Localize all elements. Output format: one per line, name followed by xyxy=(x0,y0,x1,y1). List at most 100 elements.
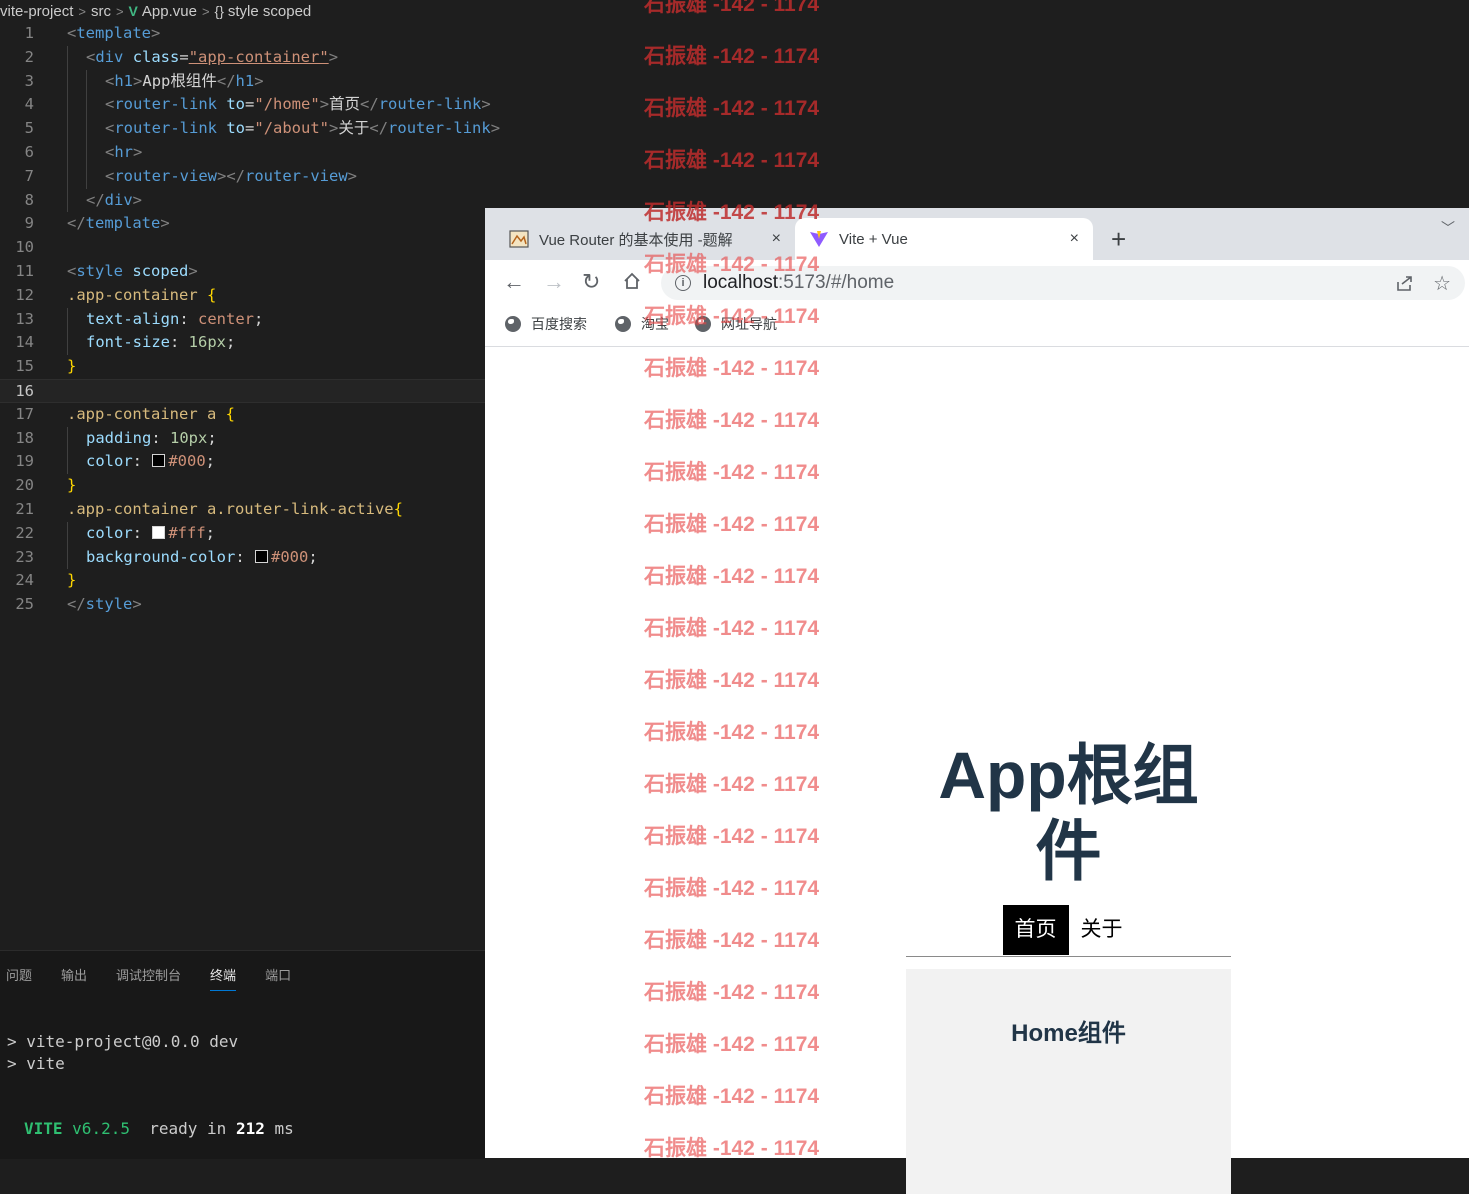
page-viewport: App根组件 首页 关于 Home组件 xyxy=(485,347,1469,1194)
css-value: #000 xyxy=(270,547,309,566)
chevron-down-icon[interactable]: ﹀ xyxy=(1441,218,1455,238)
globe-icon xyxy=(615,316,631,332)
css-selector: .app-container xyxy=(67,285,198,304)
css-property: color xyxy=(86,452,133,471)
back-icon[interactable]: ← xyxy=(503,270,525,294)
to-attr: to xyxy=(226,95,246,114)
line-number: 11 xyxy=(15,261,34,280)
info-icon[interactable]: i xyxy=(675,275,691,291)
template-tag: template xyxy=(85,214,161,233)
bookmark-baidu[interactable]: 百度搜索 xyxy=(505,314,587,334)
router-view-tag: router-view xyxy=(114,166,217,185)
browser-tab-active[interactable]: Vite + Vue × xyxy=(795,218,1093,260)
h1-tag: h1 xyxy=(114,71,134,90)
tab-output[interactable]: 输出 xyxy=(61,965,87,991)
star-icon[interactable]: ☆ xyxy=(1433,271,1451,296)
terminal[interactable]: > vite-project@0.0.0 dev > vite xyxy=(7,1031,238,1075)
line-number: 17 xyxy=(15,404,34,423)
close-icon[interactable]: × xyxy=(1070,230,1079,248)
breadcrumb: vite-project > src > V App.vue > {} styl… xyxy=(0,0,485,22)
url-text[interactable]: localhost:5173/#/home xyxy=(703,272,894,294)
class-value: "app-container" xyxy=(188,47,329,66)
close-icon[interactable]: × xyxy=(772,230,781,248)
router-link-tag: router-link xyxy=(114,119,217,138)
router-view-tag: router-view xyxy=(245,166,348,185)
browser-tab[interactable]: Vue Router 的基本使用 -题解 × xyxy=(495,218,795,260)
breadcrumb-item-project[interactable]: vite-project xyxy=(0,3,73,20)
css-selector: .app-container a xyxy=(67,404,217,423)
vue-file-icon: V xyxy=(128,3,138,19)
line-number: 23 xyxy=(15,547,34,566)
line-number: 4 xyxy=(24,95,34,114)
color-swatch-icon[interactable] xyxy=(152,525,166,539)
tab-title: Vite + Vue xyxy=(839,230,908,248)
breadcrumb-item-symbol[interactable]: style scoped xyxy=(228,3,311,20)
line-number: 9 xyxy=(24,214,34,233)
share-icon[interactable] xyxy=(1395,273,1415,293)
hr-tag: hr xyxy=(114,142,134,161)
tab-terminal[interactable]: 终端 xyxy=(210,965,237,991)
div-tag: div xyxy=(104,190,133,209)
browser-window: Vue Router 的基本使用 -题解 × Vite + Vue × + ﹀ … xyxy=(485,208,1469,1194)
forward-icon[interactable]: → xyxy=(543,270,565,294)
braces-icon: {} xyxy=(214,3,224,19)
home-icon[interactable] xyxy=(623,272,641,290)
reload-icon[interactable]: ↻ xyxy=(582,270,600,294)
tab-title: Vue Router 的基本使用 -题解 xyxy=(539,231,733,249)
line-number: 14 xyxy=(15,333,34,352)
breadcrumb-item-file[interactable]: App.vue xyxy=(142,3,197,20)
line-number: 19 xyxy=(15,452,34,471)
router-link-tag: router-link xyxy=(114,95,217,114)
code-line: 7 <router-view></router-view> xyxy=(0,164,485,189)
css-value: center xyxy=(198,309,254,328)
vite-version: v6.2.5 xyxy=(72,1119,130,1138)
line-number: 24 xyxy=(15,571,34,590)
router-view: Home组件 xyxy=(906,969,1231,1194)
tab-problems[interactable]: 问题 xyxy=(6,965,32,991)
watermark-text: 石振雄 -142 - 1174 xyxy=(644,0,820,16)
css-property: padding xyxy=(86,428,152,447)
css-value: #000 xyxy=(168,452,206,471)
code-line: 17 .app-container a { xyxy=(0,403,485,427)
code-editor[interactable]: vite-project > src > V App.vue > {} styl… xyxy=(0,0,500,950)
chevron-right-icon: > xyxy=(78,3,86,19)
ready-ms: 212 xyxy=(235,1119,265,1138)
tab-ports[interactable]: 端口 xyxy=(265,965,291,991)
tab-debug-console[interactable]: 调试控制台 xyxy=(116,965,181,991)
code-line: 15} xyxy=(0,355,485,379)
code-line: 9 </template> xyxy=(0,212,485,236)
div-tag: div xyxy=(95,47,124,66)
site-favicon-icon xyxy=(509,230,529,248)
router-link-tag: router-link xyxy=(388,119,491,138)
code-line-current: 16 xyxy=(0,378,485,403)
router-link-about[interactable]: 关于 xyxy=(1069,905,1135,955)
code-line: 22 color: #fff; xyxy=(0,521,485,546)
code-area[interactable]: 1 <template> 2 <div class="app-container">… xyxy=(0,22,500,617)
router-link-home[interactable]: 首页 xyxy=(1002,905,1069,955)
address-bar[interactable]: i localhost:5173/#/home ☆ xyxy=(661,266,1465,300)
color-swatch-icon[interactable] xyxy=(152,454,166,468)
bookmark-taobao[interactable]: 淘宝 xyxy=(615,314,669,334)
css-selector: .app-container a.router-link-active xyxy=(67,499,394,518)
code-line: 20} xyxy=(0,474,485,498)
code-line: 11 <style scoped> xyxy=(0,260,485,284)
line-number: 18 xyxy=(15,428,34,447)
router-nav: 首页 关于 xyxy=(906,905,1231,955)
breadcrumb-item-src[interactable]: src xyxy=(91,3,111,20)
new-tab-button[interactable]: + xyxy=(1111,224,1126,254)
css-value: #fff xyxy=(168,523,206,542)
bookmarks-bar: 百度搜索 淘宝 网址导航 xyxy=(485,306,1469,347)
link-text: 首页 xyxy=(329,95,361,114)
bookmark-navigation[interactable]: 网址导航 xyxy=(695,314,777,334)
to-attr: to xyxy=(226,119,246,138)
watermark-text: 石振雄 -142 - 1174 xyxy=(644,45,820,68)
color-swatch-icon[interactable] xyxy=(254,549,268,563)
to-value: "/about" xyxy=(254,119,330,138)
line-number: 8 xyxy=(24,190,34,209)
css-property: text-align xyxy=(86,309,180,328)
browser-toolbar: ← → ↻ i localhost:5173/#/home ☆ xyxy=(485,260,1469,306)
watermark-text: 石振雄 -142 - 1174 xyxy=(644,149,820,172)
code-line: 13 text-align: center; xyxy=(0,307,485,332)
code-line: 14 font-size: 16px; xyxy=(0,331,485,356)
ready-text: ready in xyxy=(149,1119,227,1138)
